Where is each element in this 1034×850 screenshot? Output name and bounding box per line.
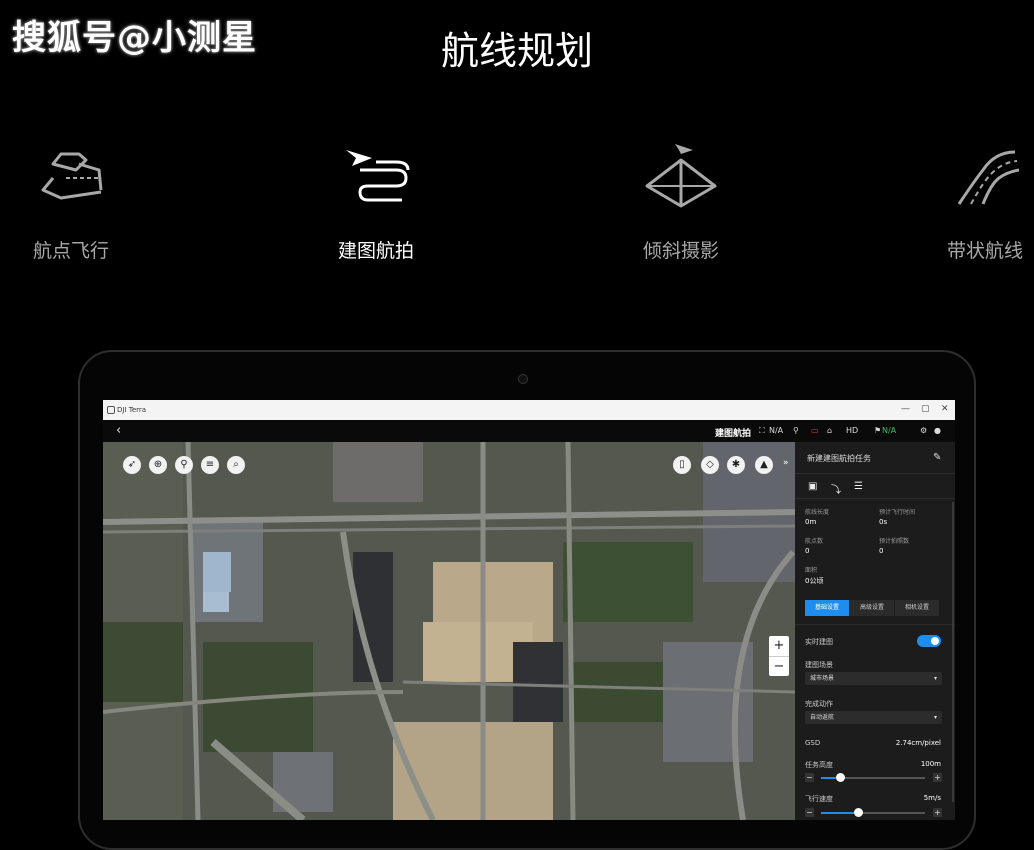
feature-label: 倾斜摄影 xyxy=(642,240,719,262)
height-label: 任务高度 xyxy=(805,761,833,769)
rc-icon: ⌂ xyxy=(827,426,833,435)
mapping-plane-route-icon xyxy=(346,150,410,202)
photo-count-value: 0 xyxy=(879,547,884,555)
height-value: 100m xyxy=(920,760,941,768)
mission-panel: 新建建图航拍任务 ✎ ▣ ⤵ ☰ 航线长度 0m 预计飞行时间 0s 航点数 0… xyxy=(795,442,955,820)
edit-icon[interactable]: ✎ xyxy=(933,452,941,463)
tab-camera[interactable]: 相机设置 xyxy=(895,600,939,616)
panel-scrollbar[interactable] xyxy=(952,502,954,802)
divider xyxy=(795,498,955,499)
zoom-control: + − xyxy=(769,636,789,676)
pin-icon[interactable]: ⚲ xyxy=(175,456,193,474)
import-icon[interactable]: ⤵ xyxy=(831,481,841,496)
scene-select[interactable]: 城市场景 ▾ xyxy=(805,672,942,685)
app-header: ‹ 建图航拍 ⛶ N/A ⚲ ▭ ⌂ HD ⚑ N/A ⚙ ● xyxy=(103,420,955,442)
aircraft-icon[interactable]: ▲ xyxy=(755,456,773,474)
route-length-value: 0m xyxy=(805,518,817,526)
map-imagery xyxy=(103,442,795,820)
panel-title: 新建建图航拍任务 xyxy=(807,454,871,463)
finish-action-label: 完成动作 xyxy=(805,700,833,708)
battery-icon: ▭ xyxy=(811,426,819,435)
search-icon[interactable]: ⌕ xyxy=(227,456,245,474)
zoom-out-button[interactable]: − xyxy=(769,657,789,677)
tab-advanced[interactable]: 高级设置 xyxy=(850,600,894,616)
feature-label: 航点飞行 xyxy=(32,240,109,262)
back-button[interactable]: ‹ xyxy=(116,423,121,438)
feature-label: 带状航线 xyxy=(946,240,1023,262)
speed-knob[interactable] xyxy=(854,808,863,817)
signal-icon: ⚲ xyxy=(793,426,799,435)
zoom-in-button[interactable]: + xyxy=(769,636,789,657)
scene-label: 建图场景 xyxy=(805,661,833,669)
realtime-toggle[interactable] xyxy=(917,635,941,647)
feature-waypoint[interactable]: 航点飞行 xyxy=(0,140,156,263)
mode-title: 建图航拍 xyxy=(715,429,752,439)
waypoint-count-label: 航点数 xyxy=(805,538,824,545)
compass-icon[interactable]: ➶ xyxy=(123,456,141,474)
layers-icon[interactable]: ☰ xyxy=(854,481,863,492)
user-icon[interactable]: ● xyxy=(934,426,941,435)
app-window: DJI Terra — ▢ ✕ ‹ 建图航拍 ⛶ N/A ⚲ ▭ ⌂ HD ⚑ … xyxy=(103,400,955,820)
save-icon[interactable]: ▣ xyxy=(808,481,817,492)
app-logo-icon xyxy=(107,406,115,414)
list-icon[interactable]: ≡ xyxy=(201,456,219,474)
page-title: 航线规划 xyxy=(440,29,593,73)
corridor-road-icon xyxy=(957,150,1020,205)
trash-icon[interactable]: ▯ xyxy=(673,456,691,474)
gsd-value: 2.74cm/pixel xyxy=(895,739,941,747)
photo-count-label: 预计拍照数 xyxy=(879,538,910,545)
feature-label: 建图航拍 xyxy=(337,240,414,262)
satellite-icon: ⚑ xyxy=(874,426,882,435)
window-title: DJI Terra xyxy=(117,406,147,414)
gear-icon[interactable]: ⚙ xyxy=(920,426,927,435)
panel-collapse-icon[interactable]: » xyxy=(783,458,789,468)
height-slider[interactable]: − + xyxy=(805,773,942,783)
tab-basic[interactable]: 基础设置 xyxy=(805,600,849,616)
close-button[interactable]: ✕ xyxy=(941,404,949,414)
speed-slider[interactable]: − + xyxy=(805,808,942,818)
divider xyxy=(795,624,955,625)
oblique-pyramid-icon xyxy=(645,144,717,208)
hd-label: HD xyxy=(846,426,859,435)
flight-time-value: 0s xyxy=(879,518,888,526)
speed-increase-button[interactable]: + xyxy=(933,808,942,817)
height-increase-button[interactable]: + xyxy=(933,773,942,782)
eraser-icon[interactable]: ◇ xyxy=(701,456,719,474)
gps-status-icon: ⛶ xyxy=(759,426,765,435)
scene-value: 城市场景 xyxy=(810,675,835,682)
feature-corridor[interactable]: 带状航线 xyxy=(900,140,1034,263)
speed-label: 飞行速度 xyxy=(805,795,833,803)
finish-action-select[interactable]: 自动返航 ▾ xyxy=(805,711,942,724)
flight-time-label: 预计飞行时间 xyxy=(879,509,916,516)
chevron-down-icon: ▾ xyxy=(933,675,937,682)
speed-fill xyxy=(821,812,858,814)
finish-action-value: 自动返航 xyxy=(810,714,835,721)
divider xyxy=(795,473,955,474)
locate-icon[interactable]: ⊕ xyxy=(149,456,167,474)
chevron-down-icon: ▾ xyxy=(933,714,937,721)
height-knob[interactable] xyxy=(836,773,845,782)
speed-decrease-button[interactable]: − xyxy=(805,808,814,817)
area-label: 面积 xyxy=(805,567,818,574)
minimize-button[interactable]: — xyxy=(901,404,910,414)
route-length-label: 航线长度 xyxy=(805,509,830,516)
settings-tabs: 基础设置 高级设置 相机设置 xyxy=(805,600,939,616)
area-value: 0公顷 xyxy=(805,577,824,585)
waypoint-route-icon xyxy=(41,152,103,200)
realtime-label: 实时建图 xyxy=(805,638,833,646)
gps-status: N/A xyxy=(769,426,784,435)
window-titlebar: DJI Terra — ▢ ✕ xyxy=(103,400,955,420)
laptop-camera xyxy=(518,374,528,384)
rc-status: N/A xyxy=(882,426,897,435)
feature-oblique[interactable]: 倾斜摄影 xyxy=(596,140,766,263)
feature-mapping[interactable]: 建图航拍 xyxy=(291,140,461,263)
waypoint-count-value: 0 xyxy=(805,547,810,555)
gsd-label: GSD xyxy=(805,739,821,747)
settings-plus-icon[interactable]: ✱ xyxy=(727,456,745,474)
height-decrease-button[interactable]: − xyxy=(805,773,814,782)
satellite-map[interactable]: ➶ ⊕ ⚲ ≡ ⌕ ▯ ◇ ✱ ▲ » + − xyxy=(103,442,795,820)
maximize-button[interactable]: ▢ xyxy=(921,404,930,414)
speed-value: 5m/s xyxy=(923,794,941,802)
